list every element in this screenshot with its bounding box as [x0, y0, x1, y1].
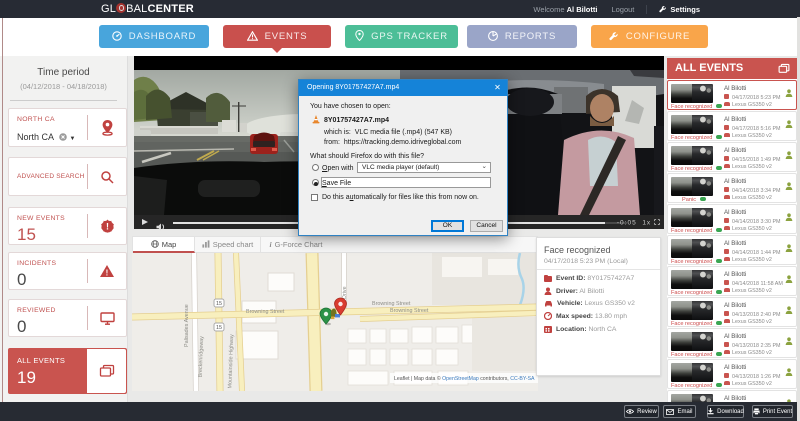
- svg-text:15: 15: [216, 325, 222, 331]
- svg-text:Drive: Drive: [342, 286, 348, 299]
- svg-text:Browning Street: Browning Street: [390, 308, 429, 314]
- svg-text:Browning Street: Browning Street: [372, 301, 411, 307]
- svg-text:!: !: [106, 269, 109, 278]
- svg-text:!: !: [106, 221, 109, 231]
- svg-text:Leaflet | Map data © OpenStree: Leaflet | Map data © OpenStreetMap contr…: [394, 375, 535, 382]
- svg-text:Palisades Avenue: Palisades Avenue: [184, 304, 190, 347]
- svg-text:Browning Street: Browning Street: [246, 309, 285, 315]
- svg-text:15: 15: [216, 301, 222, 307]
